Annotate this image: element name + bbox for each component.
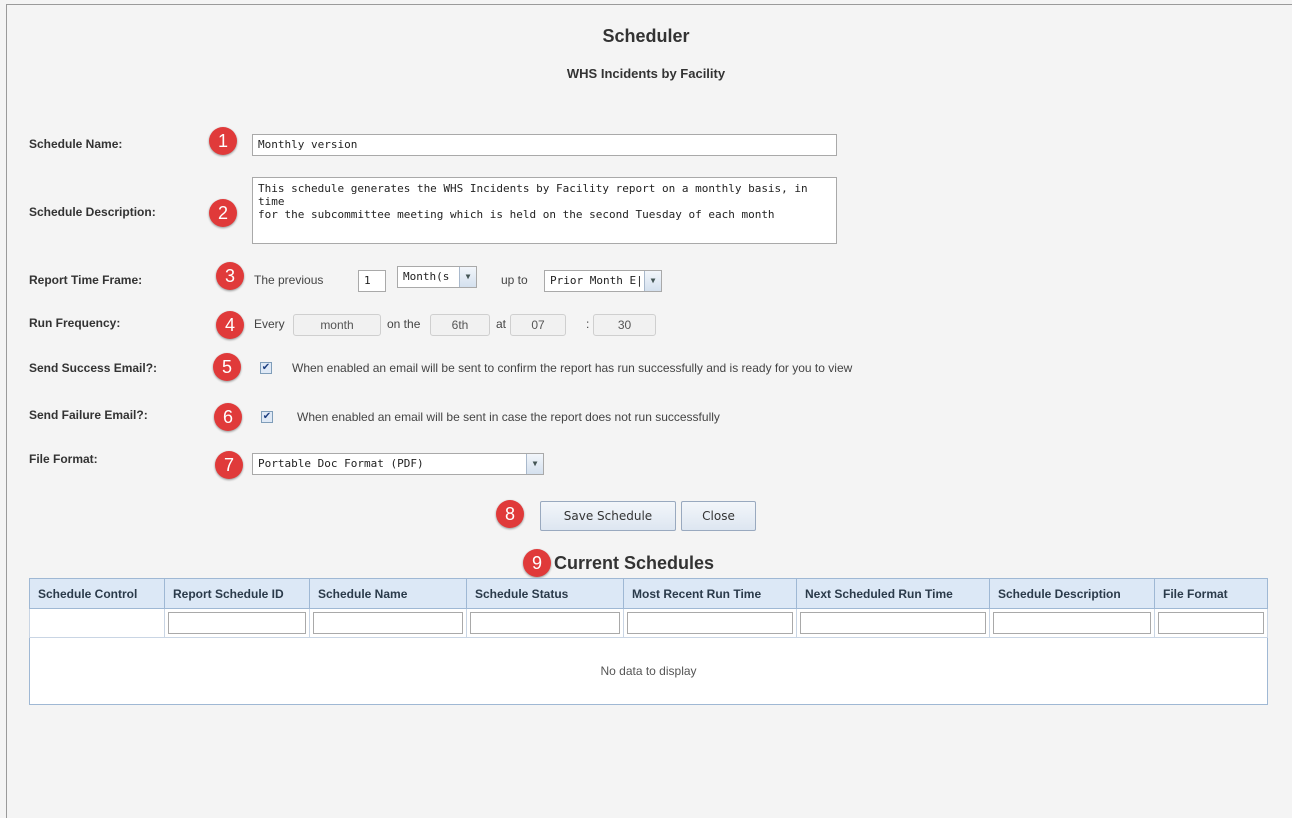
empty-row: No data to display [29,637,1268,705]
chevron-down-icon[interactable]: ▼ [526,454,543,474]
column-header-next-scheduled-run-time[interactable]: Next Scheduled Run Time [796,578,990,609]
at-label: at [496,317,507,331]
column-header-file-format[interactable]: File Format [1154,578,1268,609]
send-success-email-checkbox[interactable]: ✔ [260,362,272,374]
description-line-2: for the subcommittee meeting which is he… [258,208,775,221]
time-frame-unit-value: Month(s [403,270,450,283]
frequency-hour-field[interactable]: 07 [510,314,566,336]
column-header-schedule-description[interactable]: Schedule Description [989,578,1155,609]
table-header-row: Schedule Control Report Schedule ID Sche… [29,578,1268,609]
callout-badge-5: 5 [213,353,241,381]
send-failure-email-checkbox[interactable]: ✔ [261,411,273,423]
send-failure-email-help: When enabled an email will be sent in ca… [297,410,720,424]
filter-input-file-format[interactable] [1158,612,1264,634]
close-button[interactable]: Close [681,501,756,531]
no-data-message: No data to display [29,637,1268,705]
current-schedules-title: Current Schedules [554,553,715,573]
frequency-period-field[interactable]: month [293,314,381,336]
time-colon: : [586,317,590,331]
schedule-description-label: Schedule Description: [29,205,156,219]
time-frame-prefix: The previous [254,273,324,287]
column-header-schedule-control[interactable]: Schedule Control [29,578,165,609]
column-header-most-recent-run-time[interactable]: Most Recent Run Time [623,578,797,609]
report-time-frame-label: Report Time Frame: [29,273,143,287]
page-title: Scheduler [602,26,690,46]
file-format-value: Portable Doc Format (PDF) [258,457,424,470]
up-to-label: up to [501,273,528,287]
filter-cell-schedule-control [29,608,165,638]
up-to-value: Prior Month E| [550,274,643,287]
filter-input-schedule-name[interactable] [313,612,463,634]
send-success-email-help: When enabled an email will be sent to co… [292,361,853,375]
save-schedule-button[interactable]: Save Schedule [540,501,676,531]
check-icon: ✔ [261,362,271,373]
filter-input-next-scheduled-run-time[interactable] [800,612,986,634]
chevron-down-icon[interactable]: ▼ [644,271,661,291]
on-the-label: on the [387,317,421,331]
run-frequency-label: Run Frequency: [29,316,121,330]
send-success-email-label: Send Success Email?: [29,361,158,375]
send-failure-email-label: Send Failure Email?: [29,408,148,422]
column-header-schedule-status[interactable]: Schedule Status [466,578,624,609]
report-subtitle: WHS Incidents by Facility [566,66,726,81]
filter-input-most-recent-run-time[interactable] [627,612,793,634]
schedule-description-textarea[interactable]: This schedule generates the WHS Incident… [252,177,837,244]
filter-input-schedule-description[interactable] [993,612,1151,634]
filter-input-schedule-status[interactable] [470,612,620,634]
callout-badge-1: 1 [209,127,237,155]
every-label: Every [254,317,285,331]
check-icon: ✔ [262,411,272,422]
file-format-select[interactable]: Portable Doc Format (PDF) ▼ [252,453,544,475]
schedule-name-label: Schedule Name: [29,137,123,151]
chevron-down-icon[interactable]: ▼ [459,267,476,287]
filter-input-report-schedule-id[interactable] [168,612,306,634]
callout-badge-7: 7 [215,451,243,479]
frequency-minute-field[interactable]: 30 [593,314,656,336]
schedule-name-input[interactable]: Monthly version [252,134,837,156]
column-header-report-schedule-id[interactable]: Report Schedule ID [164,578,310,609]
callout-badge-8: 8 [496,500,524,528]
file-format-label: File Format: [29,452,98,466]
frequency-day-field[interactable]: 6th [430,314,490,336]
schedules-table: Schedule Control Report Schedule ID Sche… [29,578,1268,705]
description-line-1: This schedule generates the WHS Incident… [258,182,808,208]
callout-badge-3: 3 [216,262,244,290]
callout-badge-6: 6 [214,403,242,431]
column-header-schedule-name[interactable]: Schedule Name [309,578,467,609]
callout-badge-4: 4 [216,311,244,339]
time-frame-count-input[interactable]: 1 [358,270,386,292]
filter-row [29,608,1268,638]
callout-badge-9: 9 [523,549,551,577]
callout-badge-2: 2 [209,199,237,227]
up-to-select[interactable]: Prior Month E| ▼ [544,270,662,292]
time-frame-unit-select[interactable]: Month(s ▼ [397,266,477,288]
